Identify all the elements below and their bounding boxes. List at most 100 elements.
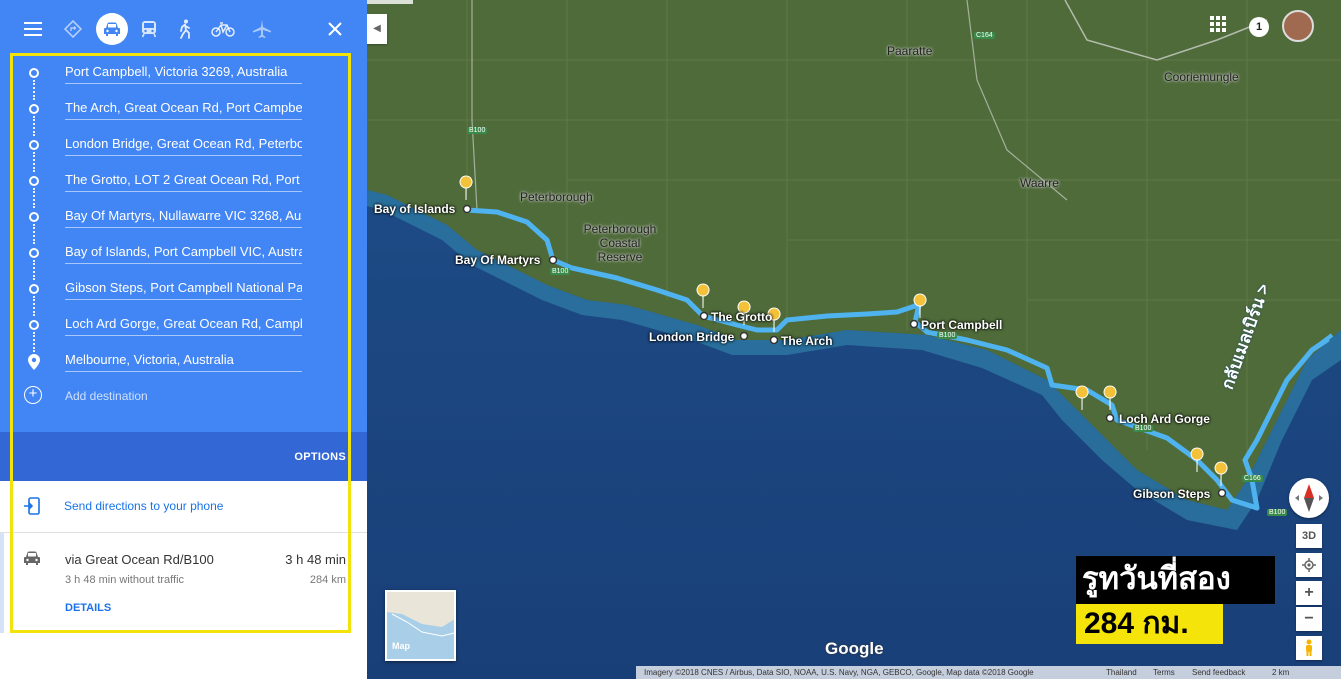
map-view[interactable]: Bay of Islands Bay Of Martyrs The Grotto… bbox=[367, 0, 1341, 679]
cycling-mode-icon[interactable] bbox=[208, 14, 238, 44]
transit-mode-icon[interactable] bbox=[134, 14, 164, 44]
stop-input[interactable]: Bay Of Martyrs, Nullawarre VIC 3268, Aus… bbox=[65, 206, 302, 228]
stop-london-bridge[interactable]: London Bridge, Great Ocean Rd, Peterboro… bbox=[0, 128, 367, 164]
car-icon bbox=[23, 550, 41, 571]
stop-input[interactable]: Loch Ard Gorge, Great Ocean Rd, Campbell bbox=[65, 314, 302, 336]
route-via: via Great Ocean Rd/B100 bbox=[65, 552, 214, 567]
map-label-cooriemungle: Cooriemungle bbox=[1164, 70, 1239, 84]
compass-icon[interactable] bbox=[1289, 478, 1329, 518]
waypoint-marker[interactable] bbox=[699, 311, 709, 321]
waypoint-dot-icon bbox=[29, 176, 39, 186]
road-shield-c166: C166 bbox=[1242, 475, 1263, 482]
waypoint-marker[interactable] bbox=[909, 319, 919, 329]
menu-icon[interactable] bbox=[18, 14, 48, 44]
stop-input[interactable]: The Grotto, LOT 2 Great Ocean Rd, Port C… bbox=[65, 170, 302, 192]
options-bar: OPTIONS bbox=[0, 432, 367, 481]
waypoint-marker[interactable] bbox=[739, 331, 749, 341]
overlay-day-two-title: รูทวันที่สอง bbox=[1076, 556, 1275, 604]
map-layer-toggle[interactable]: Map bbox=[385, 590, 456, 661]
terms-link[interactable]: Terms bbox=[1153, 666, 1175, 679]
zoom-in-button[interactable]: + bbox=[1296, 581, 1322, 605]
route-option[interactable]: via Great Ocean Rd/B100 3 h 48 min 3 h 4… bbox=[0, 533, 367, 633]
map-label-the-arch[interactable]: The Arch bbox=[781, 334, 833, 348]
stop-input[interactable]: London Bridge, Great Ocean Rd, Peterboro… bbox=[65, 134, 302, 156]
stop-input[interactable]: The Arch, Great Ocean Rd, Port Campbell bbox=[65, 98, 302, 120]
directions-panel: Port Campbell, Victoria 3269, Australia … bbox=[0, 0, 367, 679]
waypoint-dot-icon bbox=[29, 248, 39, 258]
send-to-phone-icon bbox=[24, 497, 40, 520]
route-duration: 3 h 48 min bbox=[285, 552, 346, 567]
map-label-loch-ard-gorge[interactable]: Loch Ard Gorge bbox=[1119, 412, 1210, 426]
waypoint-marker[interactable] bbox=[548, 255, 558, 265]
best-route-icon[interactable] bbox=[58, 14, 88, 44]
directions-header: Port Campbell, Victoria 3269, Australia … bbox=[0, 0, 367, 432]
road-shield-b100: B100 bbox=[550, 268, 571, 275]
zoom-out-button[interactable]: − bbox=[1296, 607, 1322, 631]
map-label-bay-of-islands[interactable]: Bay of Islands bbox=[374, 202, 455, 216]
scale-label: 2 km bbox=[1272, 668, 1290, 677]
car-mode-icon[interactable] bbox=[96, 13, 128, 45]
stop-gibson-steps[interactable]: Gibson Steps, Port Campbell National Par… bbox=[0, 272, 367, 308]
destination-input[interactable]: Melbourne, Victoria, Australia bbox=[65, 350, 302, 372]
waypoint-dot-icon bbox=[29, 104, 39, 114]
notifications-badge[interactable]: 1 bbox=[1249, 17, 1269, 37]
waypoint-dot-icon bbox=[29, 68, 39, 78]
map-label-waarre: Waarre bbox=[1020, 176, 1059, 190]
route-traffic-note: 3 h 48 min without traffic bbox=[65, 574, 185, 586]
map-label-port-campbell[interactable]: Port Campbell bbox=[921, 318, 1002, 332]
map-footer: Imagery ©2018 CNES / Airbus, Data SIO, N… bbox=[636, 666, 1341, 679]
close-icon[interactable] bbox=[320, 14, 350, 44]
send-feedback-link[interactable]: Send feedback bbox=[1192, 666, 1245, 679]
stop-loch-ard-gorge[interactable]: Loch Ard Gorge, Great Ocean Rd, Campbell bbox=[0, 308, 367, 344]
stop-input[interactable]: Bay of Islands, Port Campbell VIC, Austr… bbox=[65, 242, 302, 264]
waypoint-dot-icon bbox=[29, 284, 39, 294]
map-label-gibson-steps[interactable]: Gibson Steps bbox=[1133, 487, 1210, 501]
map-label-the-grotto[interactable]: The Grotto bbox=[711, 310, 772, 324]
waypoint-marker[interactable] bbox=[1105, 413, 1115, 423]
road-shield-b100: B100 bbox=[937, 332, 958, 339]
stop-bay-of-martyrs[interactable]: Bay Of Martyrs, Nullawarre VIC 3268, Aus… bbox=[0, 200, 367, 236]
waypoint-marker[interactable] bbox=[769, 335, 779, 345]
my-location-icon[interactable] bbox=[1296, 553, 1322, 577]
google-logo: Google bbox=[825, 639, 884, 658]
pegman-icon[interactable] bbox=[1296, 636, 1322, 660]
flight-mode-icon[interactable] bbox=[247, 14, 277, 44]
road-shield-b100: B100 bbox=[1267, 509, 1288, 516]
map-label-peterborough: Peterborough bbox=[520, 190, 593, 204]
add-destination-icon[interactable]: + bbox=[24, 386, 42, 404]
route-selected-indicator bbox=[0, 533, 4, 633]
waypoint-marker[interactable] bbox=[1217, 488, 1227, 498]
stop-the-grotto[interactable]: The Grotto, LOT 2 Great Ocean Rd, Port C… bbox=[0, 164, 367, 200]
waypoint-dot-icon bbox=[29, 140, 39, 150]
avatar[interactable] bbox=[1282, 10, 1314, 42]
map-label-london-bridge[interactable]: London Bridge bbox=[649, 330, 734, 344]
stop-the-arch[interactable]: The Arch, Great Ocean Rd, Port Campbell bbox=[0, 92, 367, 128]
road-shield-b100: B100 bbox=[467, 127, 488, 134]
stop-melbourne[interactable]: Melbourne, Victoria, Australia bbox=[0, 344, 367, 380]
country-link[interactable]: Thailand bbox=[1106, 666, 1137, 679]
imagery-attribution: Imagery ©2018 CNES / Airbus, Data SIO, N… bbox=[644, 668, 1034, 677]
map-label-coastal-reserve: Peterborough Coastal Reserve bbox=[583, 222, 657, 264]
apps-grid-icon[interactable] bbox=[1210, 16, 1226, 37]
road-shield-c164: C164 bbox=[974, 32, 995, 39]
send-directions-link[interactable]: Send directions to your phone bbox=[64, 499, 223, 513]
stop-bay-of-islands[interactable]: Bay of Islands, Port Campbell VIC, Austr… bbox=[0, 236, 367, 272]
options-button[interactable]: OPTIONS bbox=[294, 451, 346, 463]
3d-toggle-button[interactable]: 3D bbox=[1296, 524, 1322, 548]
stop-input[interactable]: Gibson Steps, Port Campbell National Par… bbox=[65, 278, 302, 300]
add-destination-input[interactable]: Add destination bbox=[65, 389, 148, 403]
waypoint-dot-icon bbox=[29, 320, 39, 330]
overlay-distance: 284 กม. bbox=[1076, 604, 1223, 644]
stop-input[interactable]: Port Campbell, Victoria 3269, Australia bbox=[65, 62, 302, 84]
route-details-link[interactable]: DETAILS bbox=[65, 602, 111, 614]
minimap-label: Map bbox=[392, 641, 410, 651]
map-label-paaratte: Paaratte bbox=[887, 44, 933, 58]
send-to-phone-row[interactable]: Send directions to your phone bbox=[0, 481, 367, 533]
waypoint-dot-icon bbox=[29, 212, 39, 222]
collapse-panel-button[interactable]: ◀ bbox=[367, 14, 387, 44]
map-label-bay-of-martyrs[interactable]: Bay Of Martyrs bbox=[455, 253, 540, 267]
road-shield-b100: B100 bbox=[1133, 425, 1154, 432]
stop-port-campbell[interactable]: Port Campbell, Victoria 3269, Australia bbox=[0, 56, 367, 92]
walking-mode-icon[interactable] bbox=[170, 14, 200, 44]
waypoint-marker[interactable] bbox=[462, 204, 472, 214]
